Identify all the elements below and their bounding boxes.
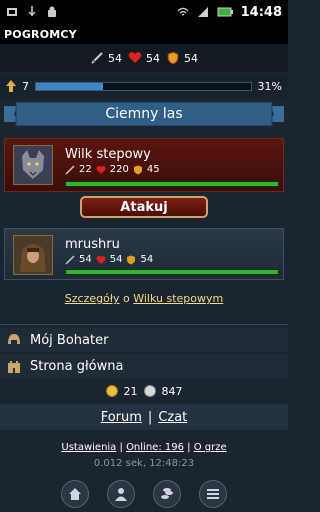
player-card-stats: 54 54 54 [65, 254, 153, 265]
heart-icon [128, 52, 142, 63]
android-debug-icon [48, 6, 56, 17]
heart-icon [96, 255, 106, 264]
chat-link[interactable]: Czat [158, 410, 187, 425]
enemy-details-link[interactable]: Szczegóły o Wilku stepowym [0, 292, 288, 305]
level-progress: 7 31% [0, 74, 288, 98]
usb-icon [28, 6, 36, 17]
castle-icon [8, 361, 20, 373]
silver-value: 847 [161, 384, 183, 398]
helmet-icon [8, 334, 20, 344]
silver-coin-icon [143, 385, 156, 397]
enemy-defense: 45 [146, 164, 160, 175]
player-hp-fill [66, 270, 278, 274]
nav-home-button[interactable] [61, 480, 89, 508]
home-icon [69, 488, 81, 500]
nav-menu-button[interactable] [199, 480, 227, 508]
divider [0, 324, 288, 325]
health-stat: 54 [128, 51, 160, 65]
hooded-figure-icon [14, 236, 52, 274]
player-avatar [13, 235, 53, 275]
about-link[interactable]: O grze [194, 442, 227, 453]
currency-bar: 21 847 [0, 381, 288, 401]
wolf-icon [14, 146, 52, 184]
gold-coin-icon [105, 385, 118, 397]
coins-icon [161, 488, 173, 499]
enemy-name: Wilk stepowy [65, 147, 151, 162]
bottom-nav [0, 476, 288, 512]
player-hp-bar [65, 269, 279, 275]
community-links: Forum | Czat [0, 404, 288, 430]
xp-fill [36, 82, 103, 90]
separator: | [187, 442, 191, 453]
wifi-icon [177, 7, 189, 16]
player-attack: 54 [79, 254, 92, 265]
attack-stat: 54 [90, 51, 122, 65]
player-stats-bar: 54 54 54 [0, 44, 288, 72]
shield-icon [167, 51, 179, 65]
separator: | [119, 442, 123, 453]
sword-icon [65, 164, 75, 175]
details-prefix[interactable]: Szczegóły [65, 292, 120, 305]
menu-my-hero[interactable]: Mój Bohater [0, 328, 288, 352]
online-link[interactable]: Online: 196 [126, 442, 184, 453]
enemy-hp-fill [66, 182, 278, 186]
notification-icon [7, 8, 17, 16]
menu-home-label: Strona główna [30, 358, 124, 374]
health-value: 54 [146, 51, 160, 65]
enemy-attack: 22 [79, 164, 92, 175]
nav-profile-button[interactable] [107, 480, 135, 508]
details-suffix[interactable]: Wilku stepowym [133, 292, 223, 305]
sword-icon [91, 52, 103, 64]
menu-home[interactable]: Strona główna [0, 354, 288, 378]
clock: 14:48 [240, 4, 282, 20]
menu-my-hero-label: Mój Bohater [30, 332, 109, 348]
defense-value: 54 [184, 51, 198, 65]
person-icon [115, 488, 127, 501]
enemy-card: Wilk stepowy 22 220 45 [4, 138, 284, 192]
enemy-avatar [13, 145, 53, 185]
player-defense: 54 [140, 254, 154, 265]
sword-icon [65, 254, 75, 265]
status-bar: 14:48 [0, 0, 288, 24]
gold-value: 21 [123, 384, 138, 398]
location-title: Ciemny las [105, 106, 183, 122]
player-name: mrushru [65, 237, 120, 252]
signal-icon [197, 7, 208, 17]
player-card: mrushru 54 54 54 [4, 228, 284, 280]
xp-percent: 31% [257, 79, 282, 93]
app-title: POGROMCY [0, 24, 288, 44]
details-mid: o [122, 292, 130, 305]
shield-icon [127, 255, 136, 264]
level-up-arrow-icon [6, 80, 16, 92]
server-timing: 0.012 sek, 12:48:23 [93, 458, 195, 469]
forum-link[interactable]: Forum [101, 410, 142, 425]
attack-value: 54 [108, 51, 122, 65]
settings-link[interactable]: Ustawienia [61, 442, 116, 453]
defense-stat: 54 [166, 51, 198, 65]
enemy-health: 220 [109, 164, 129, 175]
enemy-hp-bar [65, 181, 279, 187]
level-value: 7 [22, 79, 29, 93]
separator: | [147, 409, 153, 425]
heart-icon [96, 165, 106, 174]
battery-icon [217, 7, 233, 17]
enemy-stats: 22 220 45 [65, 164, 160, 175]
footer-links: Ustawienia | Online: 196 | O grze [0, 442, 288, 453]
nav-coins-button[interactable] [153, 480, 181, 508]
player-health: 54 [109, 254, 123, 265]
menu-icon [207, 489, 219, 499]
shield-icon [133, 165, 142, 174]
xp-track [35, 81, 252, 91]
location-banner: Ciemny las [4, 102, 284, 126]
attack-button[interactable]: Atakuj [80, 196, 208, 218]
